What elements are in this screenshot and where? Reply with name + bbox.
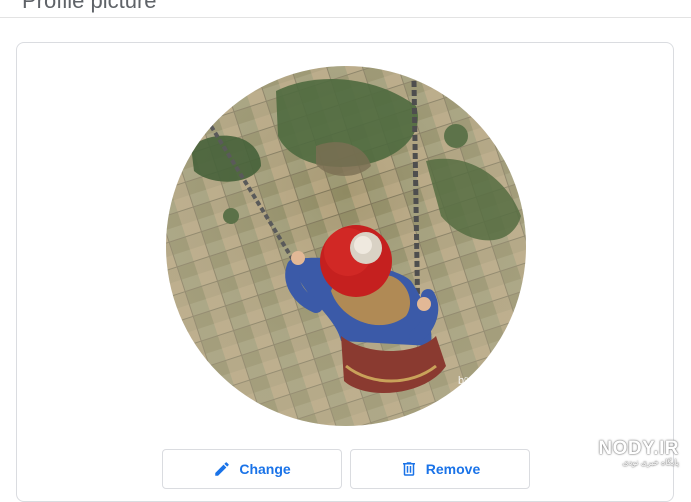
trash-icon xyxy=(400,460,418,478)
change-photo-button[interactable]: Change xyxy=(162,449,342,489)
page-title: Profile picture xyxy=(22,0,157,13)
site-watermark: NODY.IR پایگاه خبری نودی xyxy=(598,438,679,467)
pencil-icon xyxy=(213,460,231,478)
profile-photo[interactable]: bᵒ xyxy=(166,66,526,426)
remove-photo-button[interactable]: Remove xyxy=(350,449,530,489)
watermark-text: NODY.IR xyxy=(598,438,679,459)
top-bar: Profile picture xyxy=(0,0,691,18)
